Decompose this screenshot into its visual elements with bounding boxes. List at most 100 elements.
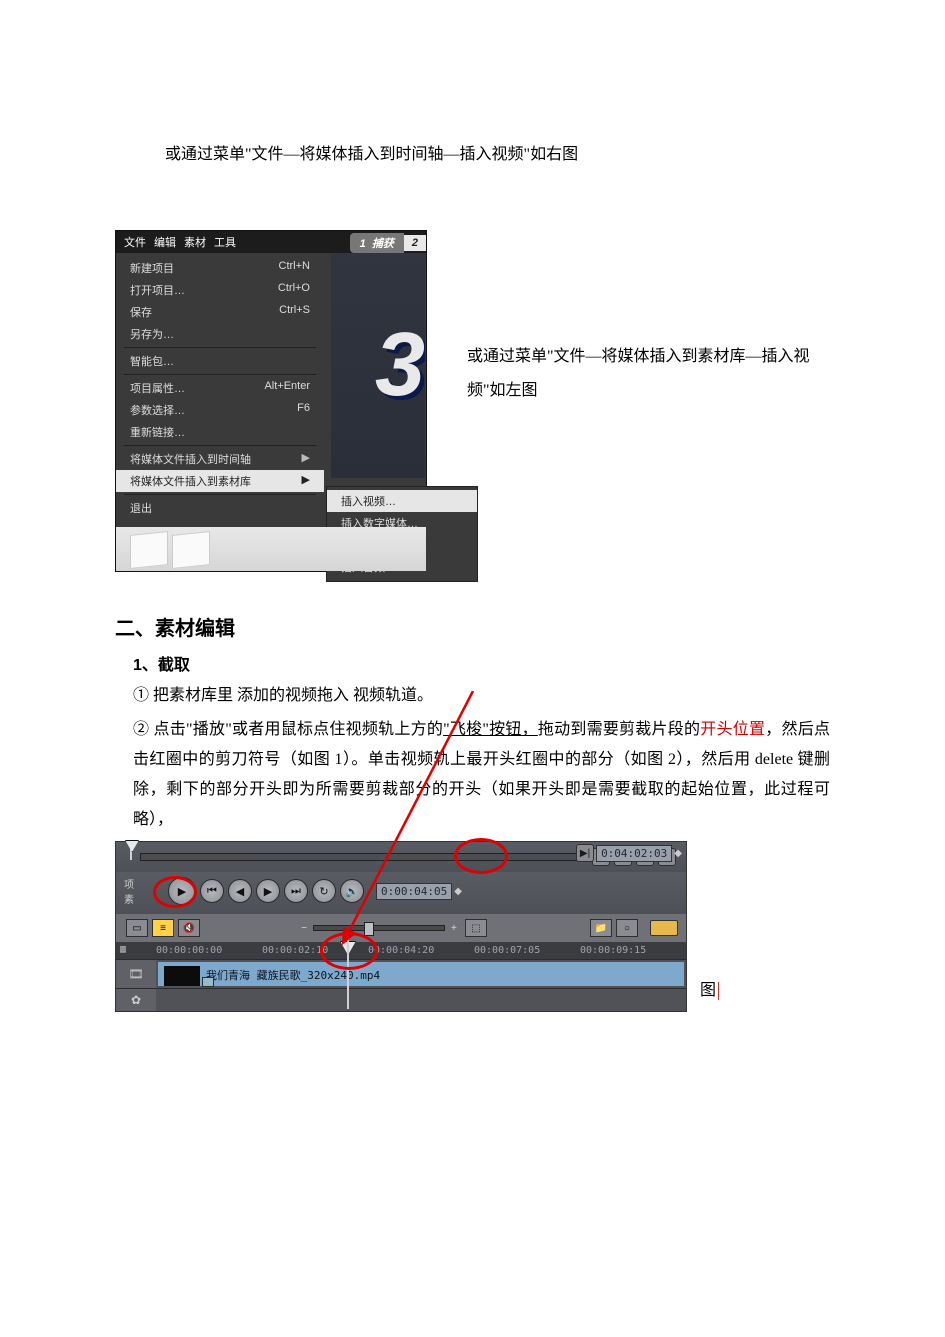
menu-separator (124, 347, 316, 348)
mi-shortcut: Ctrl+N (279, 260, 310, 276)
video-track-head[interactable]: 🎞 (116, 960, 156, 988)
step-1: ① 把素材库里 添加的视频拖入 视频轨道。 (133, 681, 830, 711)
menu-item-save[interactable]: 保存 Ctrl+S (116, 301, 324, 323)
intro-text: 或通过菜单"文件—将媒体插入到时间轴—插入视频"如右图 (165, 140, 830, 170)
tab-capture: 1 捕获 (350, 233, 404, 253)
menu-item-exit[interactable]: 退出 (116, 497, 324, 519)
figure-label: 图 (700, 976, 719, 1000)
menubar-file: 文件 (124, 234, 146, 250)
zoom-slider[interactable] (313, 925, 445, 931)
go-end-button[interactable]: ⏭ (284, 879, 308, 903)
countdown-digit-icon: 3 (375, 314, 425, 417)
current-timecode: 0:00:04:05 (376, 883, 452, 900)
overlay-track: ✿ (116, 988, 686, 1011)
mi-label: 新建项目 (130, 260, 174, 276)
fit-button[interactable]: ⬚ (465, 919, 487, 937)
step2-start-red: 开头位置 (700, 721, 765, 738)
folder-button[interactable]: 📁 (590, 919, 612, 937)
loop-button[interactable]: ↻ (312, 879, 336, 903)
file-dropdown: 新建项目 Ctrl+N 打开项目… Ctrl+O 保存 Ctrl+S 另存为… (116, 253, 324, 523)
mi-label: 将媒体文件插入到时间轴 (130, 451, 251, 467)
menu-item-projectprops[interactable]: 项目属性… Alt+Enter (116, 377, 324, 399)
overlay-icon: ✿ (131, 993, 141, 1007)
clip-thumbnail (164, 966, 200, 986)
preview-pane: 3 (331, 253, 425, 478)
submenu-insert-video[interactable]: 插入视频… (327, 490, 477, 512)
tab1-num: 1 (360, 238, 366, 250)
top-right-time-area: ▶| 0:04:02:03 ◆ (574, 844, 682, 862)
menu-item-relink[interactable]: 重新链接… (116, 421, 324, 443)
view-mode-2[interactable]: ≡ (152, 919, 174, 937)
tab1-label: 捕获 (372, 238, 394, 250)
time-ruler[interactable]: ▥ 00:00:00:00 00:00:02:10 00:00:04:20 00… (116, 942, 686, 959)
zoom-out-icon[interactable]: − (301, 923, 307, 934)
side-label: 素 (124, 891, 134, 906)
mi-label: 退出 (130, 500, 152, 516)
step2-shuttle-underlined: "飞梭"按钮， (443, 721, 538, 739)
mi-label: 项目属性… (130, 380, 185, 396)
menu-caption: 或通过菜单"文件—将媒体插入到素材库—插入视频"如左图 (467, 340, 830, 408)
mi-label: 另存为… (130, 326, 174, 342)
transport-row: 项 素 ▶ ⏮ ◀ ▶ ⏭ ↻ 🔈 0:00:04:05 ◆ (116, 872, 686, 914)
scrubber-bar[interactable] (140, 853, 586, 861)
menu-item-smartpack[interactable]: 智能包… (116, 350, 324, 372)
submenu-arrow-icon: ▶ (302, 473, 310, 489)
playhead-line (347, 939, 349, 1009)
prev-frame-button[interactable]: ◀ (228, 879, 252, 903)
overlay-track-head[interactable]: ✿ (116, 989, 156, 1011)
video-clip[interactable]: 我们青海 藏族民歌_320x240.mp4 (158, 962, 684, 986)
view-mode-1[interactable]: ▭ (126, 919, 148, 937)
library-floor (116, 527, 426, 571)
mi-shortcut: Alt+Enter (264, 380, 310, 396)
tab-strip: 1 捕获 2 (350, 233, 426, 253)
timecode-stepper-icon[interactable]: ◆ (454, 886, 462, 897)
menu-item-saveas[interactable]: 另存为… (116, 323, 324, 345)
mi-label: 智能包… (130, 353, 174, 369)
menubar-material: 素材 (184, 234, 206, 250)
tool-row: ▭ ≡ 🔇 − + ⬚ 📁 ○ (116, 914, 686, 942)
mi-label: 重新链接… (130, 424, 185, 440)
mi-label: 保存 (130, 304, 152, 320)
ruler-tick: 00:00:04:20 (368, 945, 474, 956)
menu-item-new[interactable]: 新建项目 Ctrl+N (116, 257, 324, 279)
misc-button[interactable]: ○ (616, 919, 638, 937)
audio-marker-icon (202, 977, 214, 987)
step-2: ② 点击"播放"或者用鼠标点住视频轨上方的"飞梭"按钮，拖动到需要剪裁片段的开头… (133, 715, 830, 835)
mi-label: 打开项目… (130, 282, 185, 298)
mi-shortcut: Ctrl+S (279, 304, 310, 320)
side-label: 项 (124, 876, 134, 891)
skip-end-icon[interactable]: ▶| (576, 844, 594, 862)
step2-part: ② 点击"播放"或者用鼠标点住视频轨上方的 (133, 721, 443, 738)
mi-shortcut: Ctrl+O (278, 282, 310, 298)
submenu-arrow-icon: ▶ (302, 451, 310, 467)
file-menu-screenshot: 文件 编辑 素材 工具 1 捕获 2 3 新建项目 Ctrl+N (115, 230, 427, 572)
cube-icon (130, 531, 168, 569)
step2-part: 单击 (368, 751, 401, 768)
text-cursor-icon (718, 982, 719, 1000)
zoom-knob-icon[interactable] (364, 922, 374, 936)
zoom-in-icon[interactable]: + (451, 923, 457, 934)
tab-2: 2 (404, 235, 426, 251)
mute-toggle[interactable]: 🔇 (178, 919, 200, 937)
next-frame-button[interactable]: ▶ (256, 879, 280, 903)
volume-button[interactable]: 🔈 (340, 879, 364, 903)
go-start-button[interactable]: ⏮ (200, 879, 224, 903)
render-button[interactable] (650, 920, 678, 936)
mi-label: 参数选择… (130, 402, 185, 418)
total-timecode: 0:04:02:03 (596, 845, 672, 862)
mi-shortcut: F6 (297, 402, 310, 418)
menu-item-insert-timeline[interactable]: 将媒体文件插入到时间轴 ▶ (116, 448, 324, 470)
menu-item-open[interactable]: 打开项目… Ctrl+O (116, 279, 324, 301)
timeline-screenshot: [ ] ✂ ▣ ▶| 0:04:02:03 ◆ 项 素 ▶ ⏮ (115, 841, 687, 1012)
section-heading: 二、素材编辑 (115, 612, 830, 641)
cube-icon (172, 531, 210, 569)
menu-item-prefs[interactable]: 参数选择… F6 (116, 399, 324, 421)
timecode-stepper-icon[interactable]: ◆ (674, 848, 682, 859)
ruler-tick: 00:00:00:00 (156, 945, 262, 956)
mi-label: 将媒体文件插入到素材库 (130, 473, 251, 489)
menu-item-insert-library[interactable]: 将媒体文件插入到素材库 ▶ (116, 470, 324, 492)
menubar-tool: 工具 (214, 234, 236, 250)
menu-separator (124, 445, 316, 446)
subsection-heading: 1、截取 (133, 651, 830, 675)
play-button[interactable]: ▶ (168, 877, 196, 905)
